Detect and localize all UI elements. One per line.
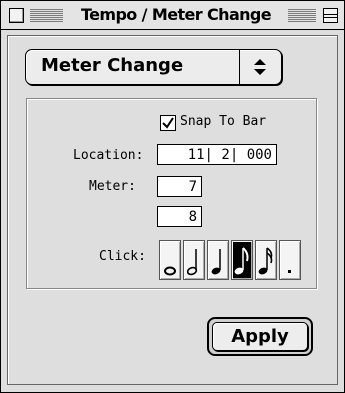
meter-label: Meter:	[89, 179, 136, 194]
snap-to-bar-checkbox[interactable]	[160, 115, 176, 131]
title-stripes-left	[30, 9, 63, 22]
close-box-icon[interactable]	[9, 8, 24, 23]
sixteenth-note-icon[interactable]	[255, 240, 277, 280]
half-note-icon[interactable]	[183, 240, 205, 280]
meter-numerator-field[interactable]: 7	[157, 176, 202, 197]
popup-divider	[239, 50, 240, 84]
checkmark-icon	[162, 117, 174, 129]
mode-popup-menu[interactable]: Meter Change	[25, 49, 282, 85]
whole-note-icon[interactable]	[159, 240, 181, 280]
eighth-note-icon[interactable]	[231, 240, 253, 280]
quarter-note-icon[interactable]	[207, 240, 229, 280]
location-field[interactable]: 11| 2| 000	[157, 144, 277, 165]
updown-arrows-icon	[246, 58, 274, 76]
apply-button-label: Apply	[212, 322, 308, 351]
click-note-selector	[159, 240, 301, 280]
click-label: Click:	[99, 249, 146, 264]
popup-selected-label: Meter Change	[41, 55, 184, 76]
title-bar[interactable]: Tempo / Meter Change	[1, 1, 344, 30]
meter-denominator-field[interactable]: 8	[157, 206, 202, 227]
location-label: Location:	[73, 148, 144, 163]
window-title: Tempo / Meter Change	[80, 5, 272, 24]
snap-to-bar-label: Snap To Bar	[180, 114, 267, 129]
collapse-box-icon[interactable]	[323, 8, 338, 23]
apply-button[interactable]: Apply	[207, 317, 313, 356]
title-stripes-right	[288, 9, 316, 22]
dot-icon[interactable]	[279, 240, 301, 280]
